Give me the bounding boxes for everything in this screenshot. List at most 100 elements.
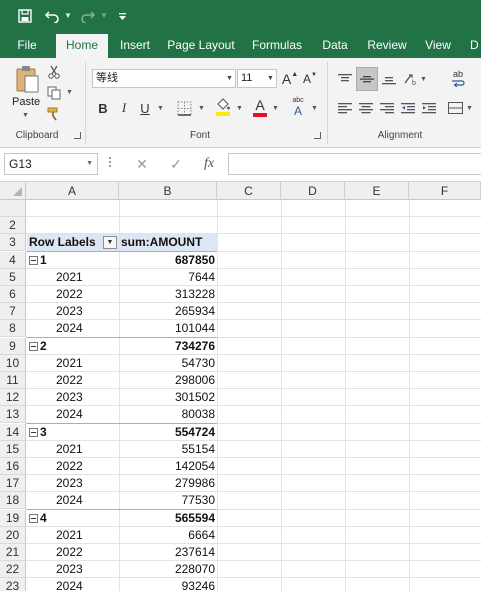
formula-bar-grip-icon[interactable]	[109, 157, 112, 171]
orientation-icon[interactable]: b	[402, 69, 420, 89]
pivot-item-label[interactable]: 2023	[27, 303, 119, 320]
row-header[interactable]: 21	[0, 544, 26, 561]
row-header[interactable]: 2	[0, 217, 26, 235]
format-painter-icon[interactable]	[46, 106, 62, 122]
underline-button[interactable]: U	[136, 98, 154, 118]
pivot-item-label[interactable]: 2024	[27, 406, 119, 423]
row-header[interactable]: 4	[0, 251, 26, 269]
undo-dropdown-icon[interactable]: ▼	[64, 11, 72, 20]
pivot-item-label[interactable]: 2023	[27, 475, 119, 492]
row-header[interactable]: 18	[0, 492, 26, 510]
clipboard-launcher-icon[interactable]	[74, 132, 81, 139]
name-box-dropdown-icon[interactable]: ▼	[86, 154, 93, 174]
increase-font-size-icon[interactable]: A ▲	[281, 69, 299, 88]
tab-page-layout[interactable]: Page Layout	[166, 32, 236, 58]
row-header[interactable]: 17	[0, 475, 26, 493]
bold-button[interactable]: B	[94, 98, 112, 118]
phonetic-dropdown-icon[interactable]: ▼	[311, 105, 318, 112]
align-left-icon[interactable]	[336, 98, 354, 118]
fill-color-icon[interactable]	[214, 96, 232, 118]
underline-dropdown-icon[interactable]: ▼	[157, 105, 164, 112]
font-color-dropdown-icon[interactable]: ▼	[272, 105, 279, 112]
merge-center-icon[interactable]	[446, 98, 464, 118]
font-name-dropdown-icon[interactable]: ▼	[224, 70, 235, 87]
pivot-item-value[interactable]: 298006	[119, 372, 215, 389]
paste-dropdown-icon[interactable]: ▼	[22, 112, 29, 119]
row-header[interactable]: 9	[0, 337, 26, 355]
pivot-group-total[interactable]: 565594	[119, 510, 215, 527]
pivot-item-label[interactable]: 2021	[27, 355, 119, 372]
row-header[interactable]: 10	[0, 354, 26, 372]
pivot-item-value[interactable]: 279986	[119, 475, 215, 492]
pivot-item-label[interactable]: 2022	[27, 286, 119, 303]
row-header[interactable]: 23	[0, 578, 26, 591]
pivot-item-label[interactable]: 2024	[27, 578, 119, 591]
pivot-item-label[interactable]: 2024	[27, 320, 119, 337]
pivot-group-label[interactable]: 2	[27, 338, 119, 355]
select-all-corner[interactable]	[0, 182, 26, 200]
bottom-align-icon[interactable]	[380, 69, 398, 89]
wrap-text-icon[interactable]: ab	[446, 67, 470, 89]
row-header[interactable]: 8	[0, 320, 26, 338]
tab-formulas[interactable]: Formulas	[248, 32, 306, 58]
phonetic-guide-icon[interactable]: abc A	[289, 95, 307, 119]
top-align-icon[interactable]	[336, 69, 354, 89]
pivot-item-value[interactable]: 93246	[119, 578, 215, 591]
paste-label[interactable]: Paste	[12, 96, 40, 108]
pivot-group-label[interactable]: 3	[27, 424, 119, 441]
insert-function-button[interactable]: fx	[198, 153, 220, 175]
undo-icon[interactable]	[42, 6, 62, 26]
pivot-group-label[interactable]: 1	[27, 252, 119, 269]
font-color-icon[interactable]: A	[251, 95, 269, 119]
column-header-e[interactable]: E	[345, 182, 409, 200]
column-header-c[interactable]: C	[217, 182, 281, 200]
tab-review[interactable]: Review	[364, 32, 410, 58]
align-right-icon[interactable]	[378, 98, 396, 118]
pivot-group-total[interactable]: 734276	[119, 338, 215, 355]
tab-view[interactable]: View	[420, 32, 456, 58]
pivot-item-label[interactable]: 2021	[27, 527, 119, 544]
borders-dropdown-icon[interactable]: ▼	[198, 105, 205, 112]
row-header[interactable]: 13	[0, 406, 26, 424]
tab-home[interactable]: Home	[56, 34, 108, 58]
row-header[interactable]	[0, 200, 26, 217]
pivot-item-value[interactable]: 237614	[119, 544, 215, 561]
row-header[interactable]: 11	[0, 372, 26, 389]
font-size-dropdown-icon[interactable]: ▼	[265, 70, 276, 87]
pivot-item-value[interactable]: 265934	[119, 303, 215, 320]
row-header[interactable]: 20	[0, 526, 26, 544]
row-header[interactable]: 6	[0, 286, 26, 303]
name-box[interactable]: G13 ▼	[4, 153, 98, 175]
column-header-f[interactable]: F	[409, 182, 481, 200]
collapse-icon[interactable]	[29, 341, 38, 351]
pivot-item-label[interactable]: 2021	[27, 269, 119, 286]
cancel-formula-button[interactable]: ✕	[132, 153, 152, 175]
pivot-group-total[interactable]: 554724	[119, 424, 215, 441]
tab-developer[interactable]: D	[470, 32, 481, 58]
formula-input[interactable]	[228, 153, 481, 175]
merge-dropdown-icon[interactable]: ▼	[466, 105, 473, 112]
redo-dropdown-icon[interactable]: ▼	[100, 11, 108, 20]
pivot-item-value[interactable]: 77530	[119, 492, 215, 509]
collapse-icon[interactable]	[29, 513, 38, 523]
font-launcher-icon[interactable]	[314, 132, 321, 139]
save-icon[interactable]	[16, 6, 34, 26]
pivot-item-label[interactable]: 2023	[27, 389, 119, 406]
pivot-item-label[interactable]: 2022	[27, 458, 119, 475]
decrease-font-size-icon[interactable]: A ▼	[301, 69, 319, 88]
pivot-item-value[interactable]: 142054	[119, 458, 215, 475]
column-header-d[interactable]: D	[281, 182, 345, 200]
row-header[interactable]: 15	[0, 440, 26, 458]
enter-formula-button[interactable]: ✓	[166, 153, 186, 175]
customize-qat-icon[interactable]	[116, 6, 128, 26]
pivot-item-value[interactable]: 101044	[119, 320, 215, 337]
pivot-item-value[interactable]: 54730	[119, 355, 215, 372]
pivot-row-labels-header[interactable]: Row Labels ▼	[27, 234, 119, 252]
middle-align-icon[interactable]	[356, 67, 378, 91]
pivot-item-value[interactable]: 7644	[119, 269, 215, 286]
collapse-icon[interactable]	[29, 427, 38, 437]
row-header[interactable]: 22	[0, 561, 26, 579]
pivot-item-value[interactable]: 313228	[119, 286, 215, 303]
filter-dropdown-icon[interactable]: ▼	[103, 236, 117, 250]
font-size-combo[interactable]: 11 ▼	[237, 69, 277, 88]
